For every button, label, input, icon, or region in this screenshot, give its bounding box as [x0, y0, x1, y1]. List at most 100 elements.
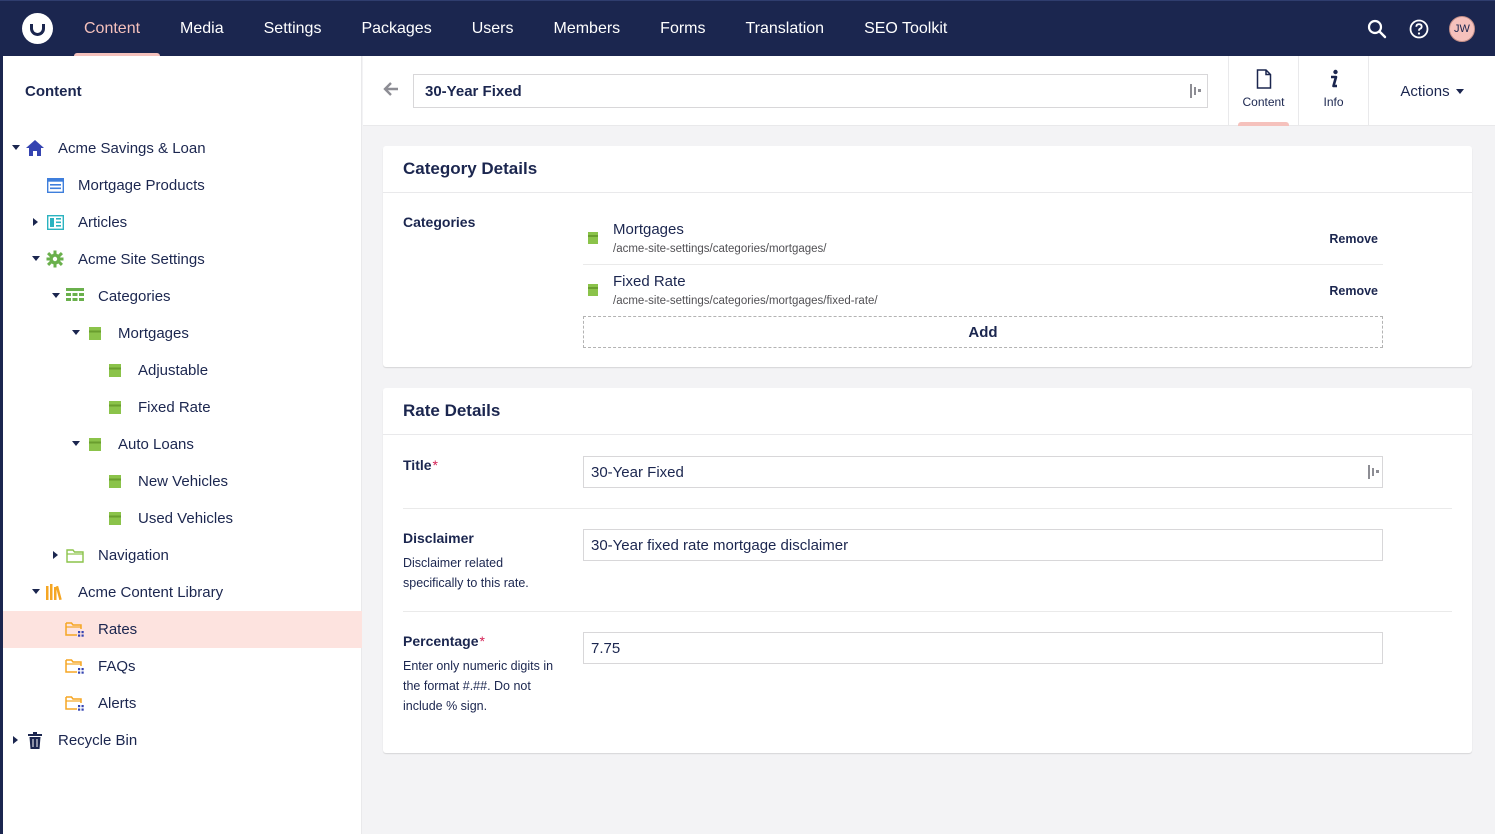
category-details-panel: Category Details Categories Mortgages /a… — [383, 146, 1472, 367]
caret-right-icon[interactable] — [11, 735, 21, 745]
caret-right-icon[interactable] — [31, 217, 41, 227]
category-details-title: Category Details — [383, 146, 1472, 193]
nav-item-packages[interactable]: Packages — [341, 1, 451, 57]
percentage-input[interactable] — [583, 632, 1383, 664]
nav-item-settings[interactable]: Settings — [244, 1, 342, 57]
category-icon — [105, 360, 125, 380]
grid-icon — [65, 286, 85, 306]
tree-item-label: Categories — [98, 288, 171, 305]
tree-item-new-vehicles[interactable]: New Vehicles — [3, 463, 362, 500]
rate-details-title: Rate Details — [383, 388, 1472, 435]
tab-content[interactable]: Content — [1228, 56, 1298, 126]
tree-item-categories[interactable]: Categories — [3, 278, 362, 315]
caret-down-icon[interactable] — [71, 328, 81, 338]
language-variant-icon[interactable] — [1368, 465, 1380, 479]
back-arrow-icon[interactable] — [383, 81, 399, 97]
nav-item-users[interactable]: Users — [452, 1, 534, 57]
property-divider — [403, 611, 1452, 612]
category-icon — [105, 397, 125, 417]
folder-icon — [65, 545, 85, 565]
category-name: Mortgages — [613, 221, 684, 238]
nav-item-media[interactable]: Media — [160, 1, 244, 57]
editor-header: Content Info Actions — [363, 56, 1495, 126]
tree-item-acme-savings-loan[interactable]: Acme Savings & Loan — [3, 130, 362, 167]
category-path: /acme-site-settings/categories/mortgages… — [613, 243, 827, 255]
tree-item-acme-content-library[interactable]: Acme Content Library — [3, 574, 362, 611]
tree-item-mortgages[interactable]: Mortgages — [3, 315, 362, 352]
tree-item-used-vehicles[interactable]: Used Vehicles — [3, 500, 362, 537]
title-label: Title* — [403, 457, 438, 473]
actions-label: Actions — [1400, 82, 1450, 100]
remove-button[interactable]: Remove — [1329, 232, 1378, 246]
section-nav: Content Media Settings Packages Users Members… — [64, 1, 967, 57]
tree-item-label: Acme Savings & Loan — [58, 140, 206, 157]
nav-item-members[interactable]: Members — [533, 1, 640, 57]
tree-item-label: Mortgages — [118, 325, 189, 342]
tree-item-label: Mortgage Products — [78, 177, 205, 194]
percentage-description: Enter only numeric digits in the format … — [403, 659, 554, 713]
nav-item-translation[interactable]: Translation — [726, 1, 845, 57]
library-icon — [45, 582, 65, 602]
remove-button[interactable]: Remove — [1329, 284, 1378, 298]
tree-item-label: Fixed Rate — [138, 399, 211, 416]
tree-item-articles[interactable]: Articles — [3, 204, 362, 241]
caret-down-icon[interactable] — [11, 143, 21, 153]
tab-content-label: Content — [1242, 95, 1285, 109]
tree-item-label: New Vehicles — [138, 473, 229, 490]
folder-grid-icon — [65, 619, 85, 639]
category-divider — [583, 264, 1383, 265]
category-icon — [586, 283, 600, 297]
node-name-input[interactable] — [413, 74, 1208, 108]
tree-item-faqs[interactable]: FAQs — [3, 648, 362, 685]
tree-item-mortgage-products[interactable]: Mortgage Products — [3, 167, 362, 204]
tree-item-adjustable[interactable]: Adjustable — [3, 352, 362, 389]
categories-label: Categories — [403, 214, 476, 230]
tree-item-label: Recycle Bin — [58, 732, 138, 749]
umbraco-logo-icon[interactable] — [22, 13, 53, 44]
caret-down-icon[interactable] — [71, 439, 81, 449]
category-name: Fixed Rate — [613, 273, 686, 290]
caret-right-icon[interactable] — [51, 550, 61, 560]
title-input[interactable] — [583, 456, 1383, 488]
search-icon[interactable] — [1365, 17, 1389, 41]
property-divider — [403, 508, 1452, 509]
caret-down-icon[interactable] — [31, 587, 41, 597]
user-avatar[interactable]: JW — [1449, 16, 1475, 42]
tree-item-label: Rates — [98, 621, 138, 638]
language-variant-icon[interactable] — [1190, 84, 1202, 98]
tree-item-rates[interactable]: Rates — [3, 611, 362, 648]
tree-item-label: Navigation — [98, 547, 169, 564]
caret-down-icon[interactable] — [31, 254, 41, 264]
tree-item-label: Acme Site Settings — [78, 251, 205, 268]
list-page-icon — [45, 175, 65, 195]
disclaimer-description: Disclaimer related specifically to this … — [403, 556, 529, 590]
tree-item-label: Acme Content Library — [78, 584, 224, 601]
tree-item-auto-loans[interactable]: Auto Loans — [3, 426, 362, 463]
help-icon[interactable] — [1407, 17, 1431, 41]
add-category-button[interactable]: Add — [583, 316, 1383, 348]
tree-item-alerts[interactable]: Alerts — [3, 685, 362, 722]
tab-info[interactable]: Info — [1298, 56, 1368, 126]
nav-item-seo-toolkit[interactable]: SEO Toolkit — [844, 1, 967, 57]
document-icon — [1256, 67, 1272, 91]
percentage-label: Percentage* — [403, 633, 485, 649]
tree-item-label: Auto Loans — [118, 436, 194, 453]
info-icon — [1328, 67, 1340, 91]
tree-item-acme-site-settings[interactable]: Acme Site Settings — [3, 241, 362, 278]
required-marker: * — [479, 633, 485, 649]
category-icon — [85, 323, 105, 343]
tree-item-label: Alerts — [98, 695, 137, 712]
tree-item-label: Articles — [78, 214, 128, 231]
top-navigation: Content Media Settings Packages Users Members… — [0, 0, 1495, 57]
caret-down-icon[interactable] — [51, 291, 61, 301]
tree-item-navigation[interactable]: Navigation — [3, 537, 362, 574]
actions-menu-button[interactable]: Actions — [1368, 56, 1495, 126]
articles-icon — [45, 212, 65, 232]
tree-item-fixed-rate[interactable]: Fixed Rate — [3, 389, 362, 426]
nav-item-forms[interactable]: Forms — [640, 1, 725, 57]
tab-info-label: Info — [1323, 95, 1344, 109]
tree-item-recycle-bin[interactable]: Recycle Bin — [3, 722, 362, 759]
sidebar-title: Content — [25, 83, 82, 100]
disclaimer-input[interactable] — [583, 529, 1383, 561]
nav-item-content[interactable]: Content — [64, 1, 161, 57]
